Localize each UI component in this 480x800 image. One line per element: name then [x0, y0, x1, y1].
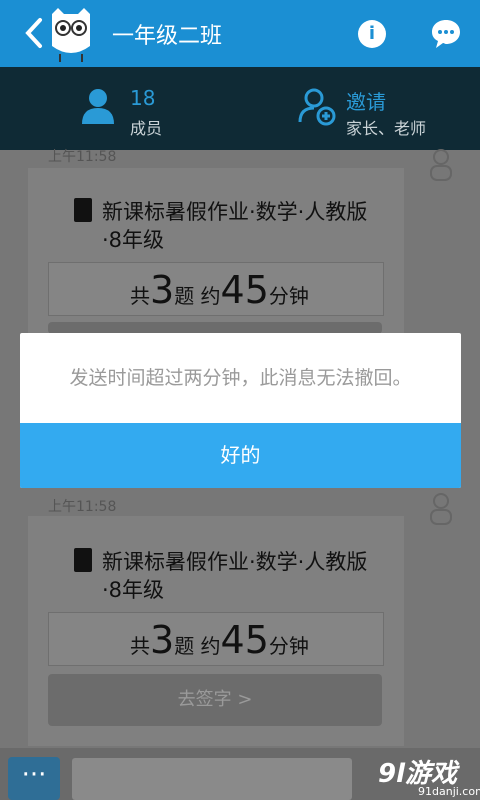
time-prefix: 约: [200, 634, 221, 658]
document-icon: [74, 548, 92, 572]
invite-subtitle[interactable]: 家长、老师: [346, 115, 426, 139]
count-value: 3: [150, 618, 175, 662]
time-unit: 分钟: [268, 634, 309, 658]
more-options-button[interactable]: ···: [8, 757, 60, 800]
member-label[interactable]: 成员: [130, 115, 162, 139]
time-unit: 分钟: [268, 284, 309, 308]
message-timestamp: 上午11:58: [48, 499, 117, 515]
homework-card[interactable]: [28, 168, 404, 343]
count-value: 3: [150, 268, 175, 312]
invite-person-add-icon[interactable]: [296, 86, 336, 126]
count-unit: 题: [174, 634, 195, 658]
dialog-ok-button[interactable]: 好的: [20, 423, 461, 488]
dialog-message: 发送时间超过两分钟，此消息无法撤回。: [69, 367, 412, 389]
page-title: 一年级二班: [112, 24, 223, 49]
count-unit: 题: [174, 284, 195, 308]
owl-logo-icon: [48, 6, 94, 64]
homework-title: 新课标暑假作业·数学·人教版·8年级: [102, 550, 368, 602]
invite-title[interactable]: 邀请: [346, 86, 386, 115]
info-icon[interactable]: i: [358, 20, 386, 48]
member-count[interactable]: 18: [130, 86, 155, 110]
question-count-stat: 共3题 约45分钟: [130, 618, 309, 662]
time-value: 45: [220, 268, 269, 312]
time-value: 45: [220, 618, 269, 662]
count-prefix: 共: [130, 284, 150, 308]
back-chevron-icon[interactable]: [22, 16, 46, 50]
message-input[interactable]: [72, 758, 352, 800]
message-timestamp: 上午11:58: [48, 149, 117, 165]
chat-bubble-icon[interactable]: [430, 18, 462, 50]
document-icon: [74, 198, 92, 222]
count-prefix: 共: [130, 634, 150, 658]
watermark-site: 91danji.com: [418, 785, 480, 798]
sender-avatar-icon: [428, 492, 454, 526]
sign-button[interactable]: 去签字 >: [48, 674, 382, 726]
members-person-icon[interactable]: [78, 86, 118, 126]
sender-avatar-icon: [428, 148, 454, 182]
time-prefix: 约: [200, 284, 221, 308]
alert-dialog: 发送时间超过两分钟，此消息无法撤回。 好的: [20, 333, 461, 488]
question-count-stat: 共3题 约45分钟: [130, 268, 309, 312]
homework-title: 新课标暑假作业·数学·人教版·8年级: [102, 200, 368, 252]
